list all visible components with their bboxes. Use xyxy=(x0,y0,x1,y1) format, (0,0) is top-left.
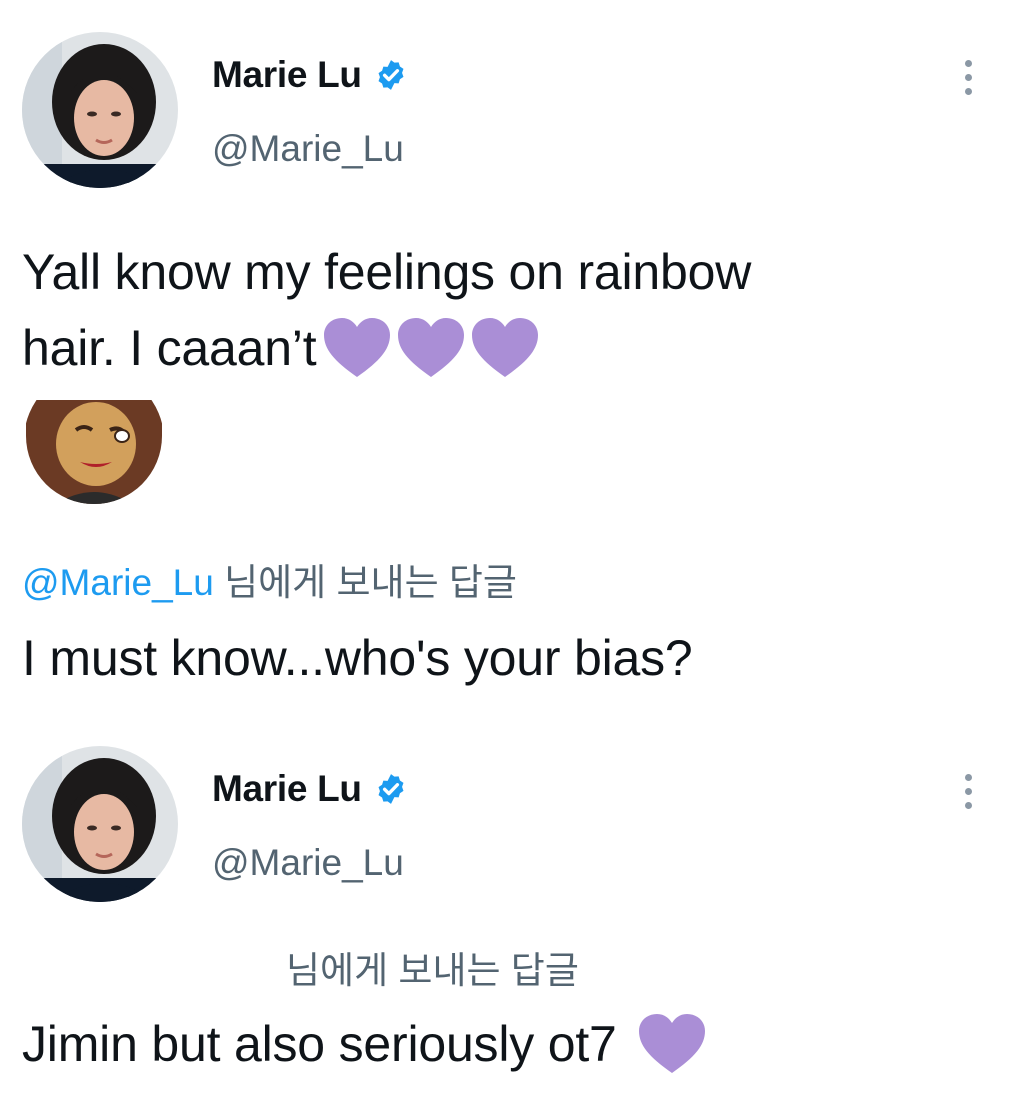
replying-to-label: @Marie_Lu 님에게 보내는 답글 xyxy=(22,552,517,606)
verified-badge-icon xyxy=(378,774,404,804)
author-display-name[interactable]: Marie Lu xyxy=(212,54,362,96)
bitmoji-avatar-icon xyxy=(26,400,162,504)
tweet-text-line: Jimin but also seriously ot7 xyxy=(22,1006,707,1082)
verified-badge-icon xyxy=(378,60,404,90)
author-handle[interactable]: @Marie_Lu xyxy=(212,842,404,884)
purple-heart-icon xyxy=(398,318,465,377)
reply-text: I must know...who's your bias? xyxy=(22,630,693,686)
author-name-row: Marie Lu xyxy=(212,54,408,96)
tweet-text-line: Yall know my feelings on rainbow xyxy=(22,244,752,300)
more-options-icon[interactable] xyxy=(962,60,974,95)
profile-avatar-2[interactable] xyxy=(22,746,178,902)
replying-to-suffix: 님에게 보내는 답글 xyxy=(213,562,517,603)
reply-author-avatar[interactable] xyxy=(26,400,162,504)
author-display-name[interactable]: Marie Lu xyxy=(212,768,362,810)
author-handle[interactable]: @Marie_Lu xyxy=(212,128,404,170)
reply-body: I must know...who's your bias? xyxy=(22,620,693,696)
tweet-body-2: Jimin but also seriously ot7 xyxy=(22,1006,707,1082)
author-name-row-2: Marie Lu xyxy=(212,768,408,810)
tweet-text-fragment: Jimin but also seriously ot7 xyxy=(22,1016,617,1072)
profile-photo-icon xyxy=(22,32,178,188)
tweet-body: Yall know my feelings on rainbow hair. I… xyxy=(22,234,751,386)
purple-heart-icon xyxy=(472,318,539,377)
more-options-icon[interactable] xyxy=(962,774,974,809)
replying-to-suffix: 님에게 보내는 답글 xyxy=(286,950,579,991)
tweet-thread: Marie Lu @Marie_Lu Yall know my feelings… xyxy=(0,0,1024,1117)
tweet-text-line-2: hair. I caaan’t xyxy=(22,310,751,386)
replying-to-label-2: 님에게 보내는 답글 xyxy=(286,940,579,994)
profile-avatar[interactable] xyxy=(22,32,178,188)
tweet-text-fragment: hair. I caaan’t xyxy=(22,320,317,376)
purple-heart-icon xyxy=(324,318,391,377)
purple-heart-icon xyxy=(638,1014,705,1073)
profile-photo-icon xyxy=(22,746,178,902)
reply-mention-link[interactable]: @Marie_Lu xyxy=(22,562,214,603)
